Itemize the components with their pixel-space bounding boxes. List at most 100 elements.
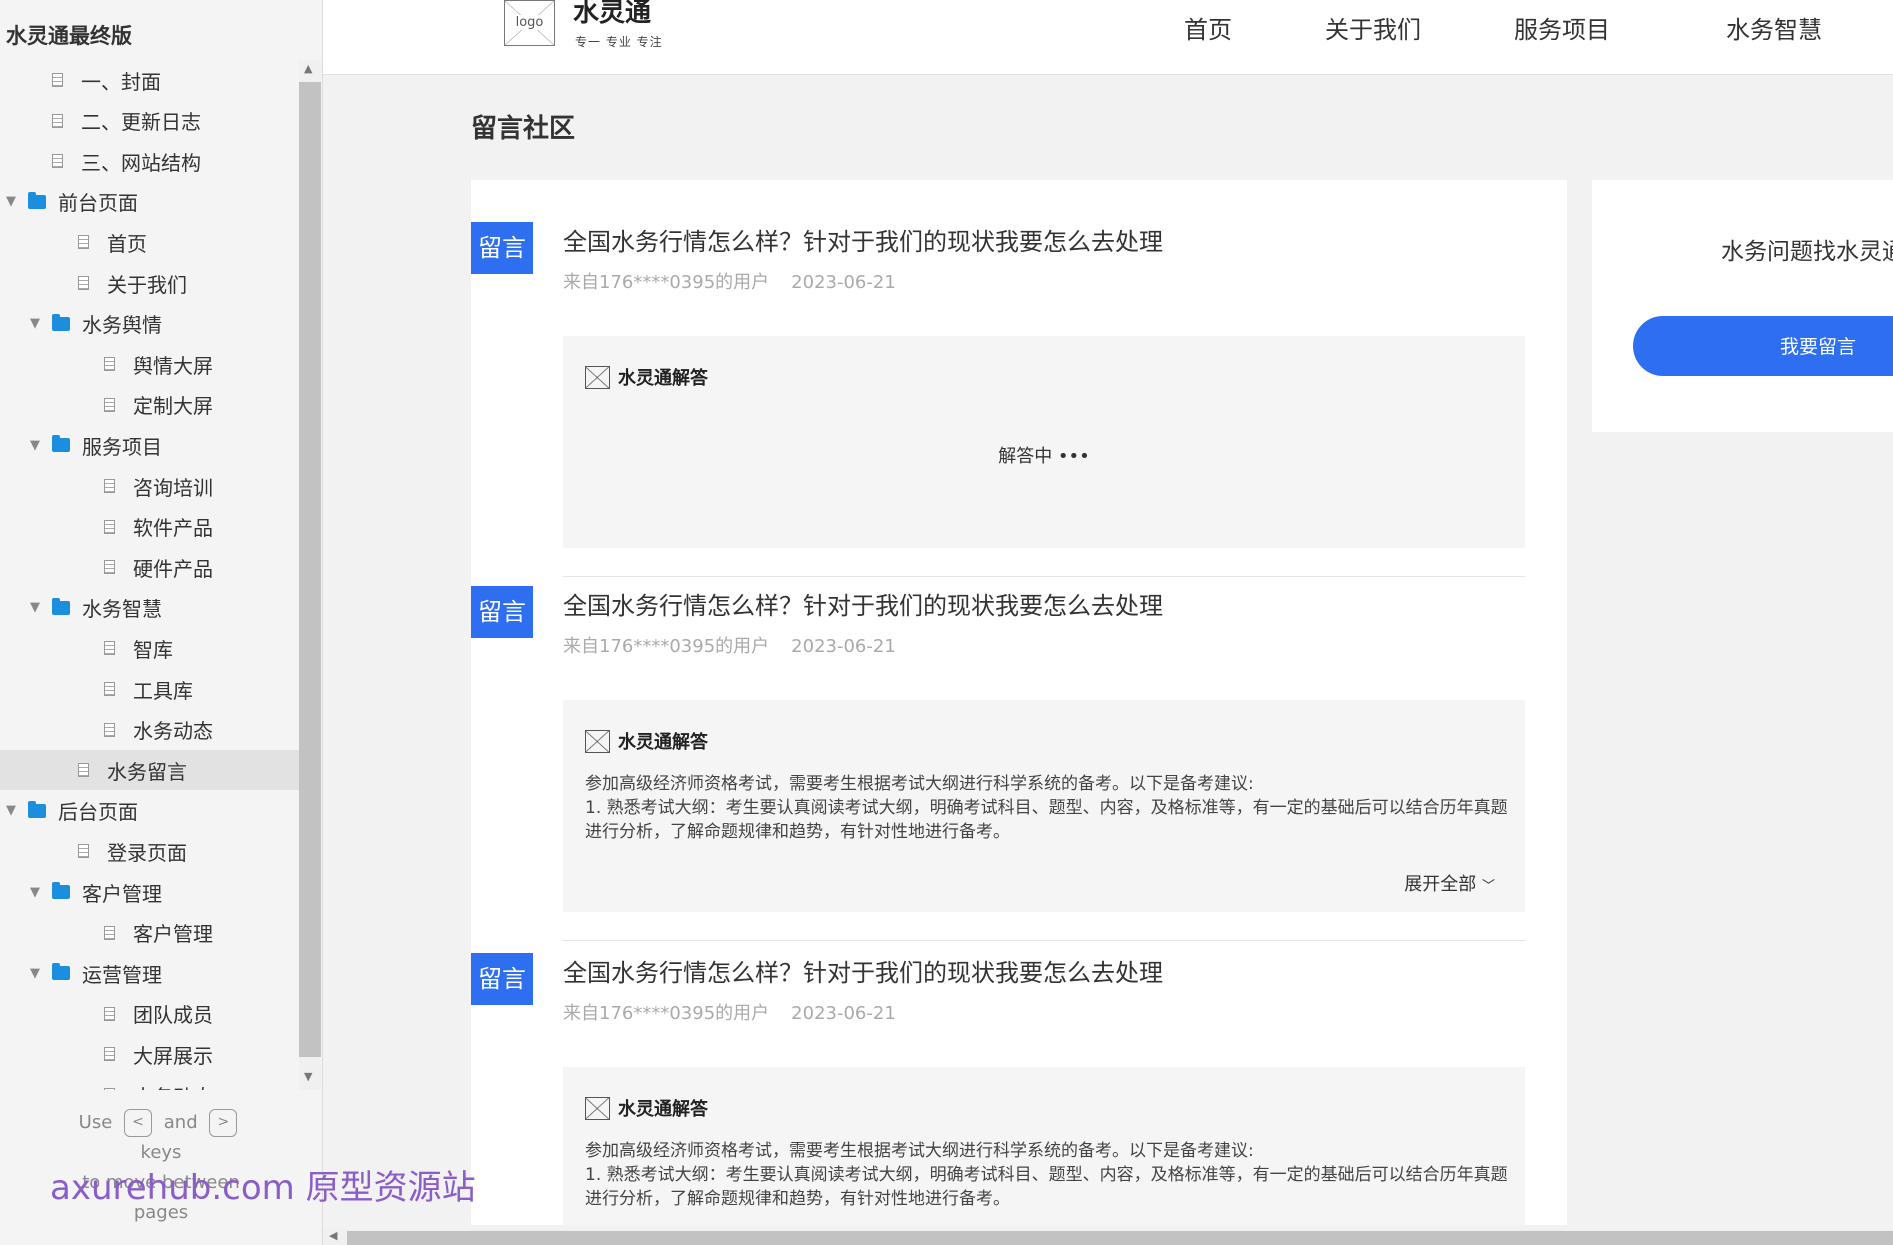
sidebar-item-label: 大屏展示	[133, 1043, 213, 1068]
page-icon	[52, 73, 63, 87]
page-icon	[104, 479, 115, 493]
expand-toggle-icon[interactable]: ▼	[4, 194, 18, 209]
answer-box: 水灵通解答 参加高级经济师资格考试，需要考生根据考试大纲进行科学系统的备考。以下…	[563, 700, 1525, 912]
sidebar-item[interactable]: 水务留言	[0, 750, 299, 791]
horizontal-scrollbar[interactable]: ◀	[323, 1229, 1893, 1245]
message-title[interactable]: 全国水务行情怎么样？针对于我们的现状我要怎么去处理	[563, 222, 1163, 257]
answer-text: 参加高级经济师资格考试，需要考生根据考试大纲进行科学系统的备考。以下是备考建议:…	[585, 1139, 1510, 1211]
answer-pending: 解答中 •••	[998, 446, 1090, 467]
sidebar-item[interactable]: ▼ 后台页面	[0, 791, 299, 831]
folder-icon	[52, 597, 70, 615]
folder-icon	[52, 435, 70, 453]
sidebar-item[interactable]: 智库	[0, 628, 299, 668]
message-meta: 来自176****0395的用户 2023-06-21	[563, 268, 896, 294]
sidebar-item-label: 服务项目	[82, 434, 162, 459]
expand-toggle-icon[interactable]: ▼	[28, 885, 42, 900]
sidebar-item-label: 客户管理	[133, 922, 213, 947]
page-icon	[78, 763, 89, 778]
sidebar-item[interactable]: 一、封面	[0, 60, 299, 100]
answer-label: 水灵通解答	[618, 368, 708, 389]
sidebar-item-label: 软件产品	[133, 516, 213, 541]
expand-toggle-icon[interactable]: ▼	[4, 803, 18, 818]
sidebar-item[interactable]: 定制大屏	[0, 385, 299, 425]
sidebar-item-label: 舆情大屏	[133, 353, 213, 378]
scroll-left-arrow-icon[interactable]: ◀	[329, 1229, 337, 1242]
project-title: 水灵通最终版	[6, 24, 132, 48]
expand-toggle-icon[interactable]: ▼	[28, 600, 42, 615]
sidebar-item[interactable]: ▼ 水务舆情	[0, 304, 299, 344]
sidebar-item[interactable]: 客户管理	[0, 913, 299, 953]
sidebar-item-label: 后台页面	[58, 800, 138, 825]
sidebar-item[interactable]: 二、更新日志	[0, 101, 299, 141]
scroll-down-arrow-icon[interactable]: ▼	[304, 1070, 312, 1083]
horizontal-scroll-thumb[interactable]	[347, 1231, 1893, 1245]
nav-water-wisdom[interactable]: 水务智慧	[1726, 10, 1822, 45]
answer-line: 参加高级经济师资格考试，需要考生根据考试大纲进行科学系统的备考。以下是备考建议:	[585, 1141, 1254, 1161]
answer-label: 水灵通解答	[618, 732, 708, 753]
folder-icon	[52, 882, 70, 899]
tree-scrollbar[interactable]: ▲ ▼	[299, 60, 321, 1090]
nav-services[interactable]: 服务项目	[1514, 10, 1610, 45]
answer-text: 参加高级经济师资格考试，需要考生根据考试大纲进行科学系统的备考。以下是备考建议:…	[585, 772, 1510, 844]
page-icon	[78, 276, 89, 290]
scroll-thumb[interactable]	[299, 82, 321, 1057]
page-icon	[78, 844, 89, 859]
next-key-icon: >	[209, 1109, 238, 1137]
sitemap-sidebar: 水灵通最终版 一、封面二、更新日志三、网站结构 ▼ 前台页面 首页 关于我们 ▼ 水务舆情舆…	[0, 0, 323, 1245]
sidebar-item[interactable]: 团队成员	[0, 994, 299, 1034]
sidebar-item[interactable]: 舆情大屏	[0, 344, 299, 384]
sidebar-item[interactable]: 软件产品	[0, 507, 299, 547]
sidebar-item-label: 水务留言	[107, 759, 187, 784]
message-badge: 留言	[471, 586, 533, 638]
divider	[563, 576, 1525, 577]
expand-toggle-icon[interactable]: ▼	[28, 438, 42, 453]
page-icon	[52, 113, 63, 128]
answer-line: 1. 熟悉考试大纲：考生要认真阅读考试大纲，明确考试科目、题型、内容，及格标准等…	[585, 1165, 1508, 1209]
message-meta: 来自176****0395的用户 2023-06-21	[563, 632, 896, 658]
page-icon	[104, 925, 115, 940]
page-icon	[104, 560, 115, 575]
card-slogan: 水务问题找水灵通	[1721, 239, 1893, 265]
message-date: 2023-06-21	[791, 272, 896, 293]
nav-about[interactable]: 关于我们	[1325, 10, 1421, 45]
message-title[interactable]: 全国水务行情怎么样？针对于我们的现状我要怎么去处理	[563, 586, 1163, 621]
sidebar-item-label: 三、网站结构	[81, 150, 201, 175]
sidebar-item[interactable]: ▼ 运营管理	[0, 953, 299, 993]
expand-toggle-icon[interactable]: ▼	[28, 316, 42, 331]
answer-box: 水灵通解答 参加高级经济师资格考试，需要考生根据考试大纲进行科学系统的备考。以下…	[563, 1067, 1525, 1225]
brand-name: 水灵通	[573, 0, 652, 28]
sidebar-item[interactable]: 首页	[0, 222, 299, 262]
sidebar-item[interactable]: 关于我们	[0, 263, 299, 303]
sidebar-item[interactable]: 水务动态	[0, 1075, 299, 1090]
sidebar-item-label: 一、封面	[81, 69, 161, 94]
sidebar-item[interactable]: ▼ 前台页面	[0, 182, 299, 222]
sidebar-item[interactable]: ▼ 水务智慧	[0, 588, 299, 628]
scroll-up-arrow-icon[interactable]: ▲	[304, 62, 312, 75]
sidebar-item[interactable]: 大屏展示	[0, 1034, 299, 1074]
answer-box: 水灵通解答 解答中 •••	[563, 336, 1525, 548]
sidebar-item[interactable]: 登录页面	[0, 831, 299, 871]
message-user: 来自176****0395的用户	[563, 272, 770, 293]
nav-home[interactable]: 首页	[1184, 10, 1232, 45]
sidebar-item[interactable]: 工具库	[0, 669, 299, 709]
leave-message-card: 水务问题找水灵通 我要留言	[1592, 180, 1893, 432]
logo-placeholder-icon[interactable]: logo	[504, 0, 555, 46]
expand-toggle-icon[interactable]: ▼	[28, 966, 42, 981]
sidebar-item[interactable]: 三、网站结构	[0, 141, 299, 181]
message-title[interactable]: 全国水务行情怎么样？针对于我们的现状我要怎么去处理	[563, 953, 1163, 988]
leave-message-button[interactable]: 我要留言	[1633, 316, 1893, 376]
sidebar-item-label: 工具库	[133, 678, 193, 703]
chevron-down-icon: ﹀	[1481, 879, 1495, 894]
expand-all-button[interactable]: 展开全部 ﹀	[1404, 870, 1495, 896]
watermark: axurehub.com 原型资源站	[50, 1168, 476, 1208]
sidebar-item[interactable]: 咨询培训	[0, 466, 299, 506]
sidebar-item[interactable]: 硬件产品	[0, 547, 299, 587]
image-placeholder-icon	[585, 729, 610, 753]
message-user: 来自176****0395的用户	[563, 636, 770, 657]
sidebar-item[interactable]: ▼ 客户管理	[0, 872, 299, 912]
folder-icon	[52, 313, 70, 331]
sidebar-item[interactable]: ▼ 服务项目	[0, 425, 299, 465]
page-icon	[104, 397, 115, 412]
sidebar-item[interactable]: 水务动态	[0, 710, 299, 750]
folder-icon	[52, 963, 70, 981]
